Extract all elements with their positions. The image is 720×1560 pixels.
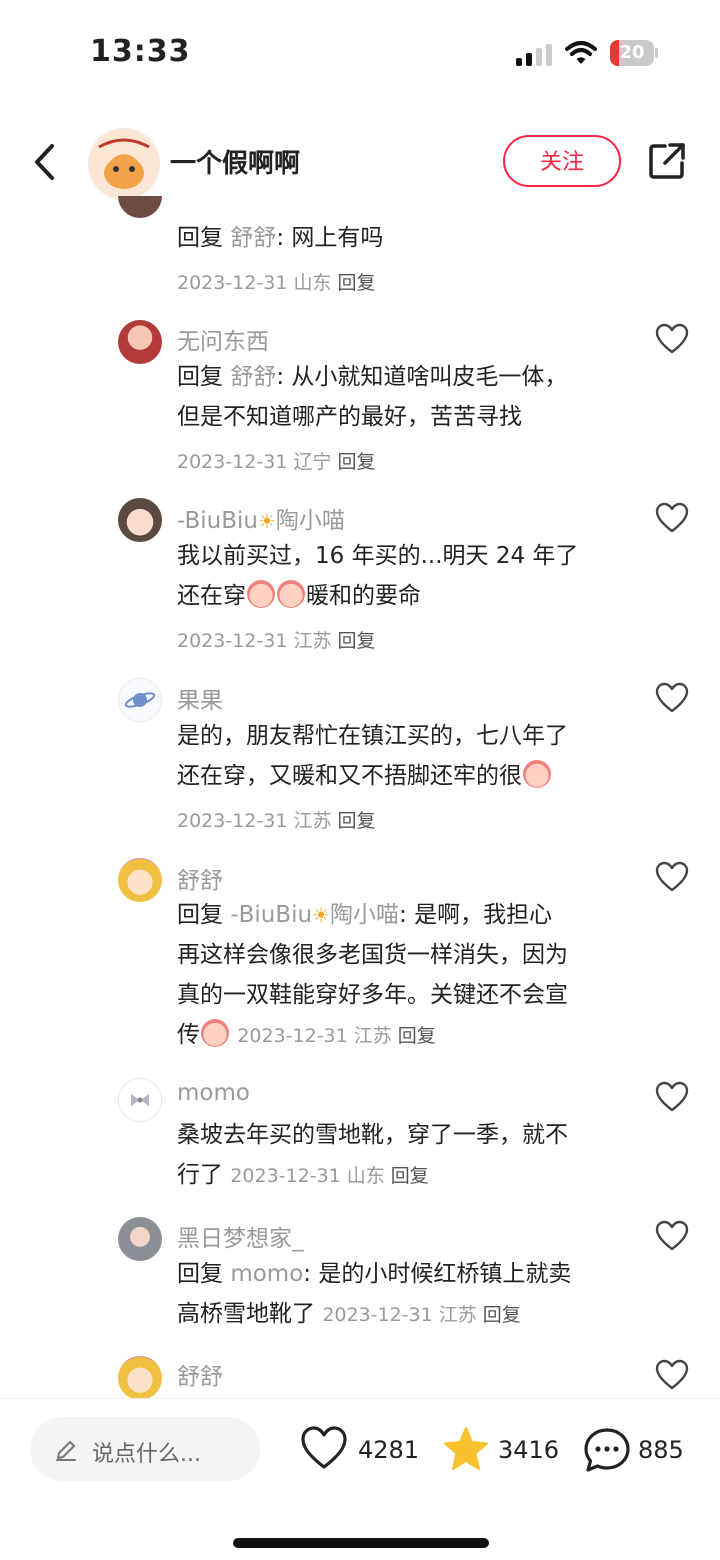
comment-username[interactable]: 无问东西 — [177, 322, 269, 356]
reply-target[interactable]: 舒舒 — [230, 364, 276, 390]
comment-avatar[interactable] — [118, 498, 162, 542]
sun-emoji-icon: ☀ — [312, 903, 331, 927]
share-icon[interactable] — [648, 142, 686, 180]
like-heart-icon[interactable] — [655, 502, 689, 534]
battery-icon: 20 — [610, 40, 658, 66]
comment-meta: 2023-12-31 江苏 回复 — [177, 630, 376, 652]
comment-avatar[interactable] — [118, 1356, 162, 1400]
sun-emoji-icon: ☀ — [257, 509, 276, 533]
comment-count: 885 — [638, 1436, 684, 1464]
comment-meta: 2023-12-31 辽宁 回复 — [177, 451, 376, 473]
bow-icon — [131, 1094, 149, 1106]
comment-text: 桑坡去年买的雪地靴，穿了一季，就不 行了 2023-12-31 山东 回复 — [177, 1122, 568, 1188]
reply-button[interactable]: 回复 — [483, 1304, 521, 1326]
comment-meta: 2023-12-31 江苏 回复 — [322, 1304, 521, 1326]
back-arrow-icon[interactable] — [28, 140, 62, 184]
comment-meta: 2023-12-31 山东 回复 — [177, 272, 376, 294]
like-heart-icon[interactable] — [300, 1425, 348, 1471]
pencil-icon — [56, 1441, 76, 1461]
like-heart-icon[interactable] — [655, 861, 689, 893]
wifi-icon — [565, 41, 597, 64]
comment-avatar[interactable] — [118, 1078, 162, 1122]
comment-meta: 2023-12-31 江苏 回复 — [177, 810, 376, 832]
like-heart-icon[interactable] — [655, 1359, 689, 1391]
comment-text: 是的，朋友帮忙在镇江买的，七八年了 还在穿，又暖和又不捂脚还牢的很 — [177, 723, 568, 789]
like-heart-icon[interactable] — [655, 682, 689, 714]
comment-text: 回复 -BiuBiu☀陶小喵: 是啊，我担心 再这样会像很多老国货一样消失，因为… — [177, 902, 568, 1048]
peach-emoji-icon — [523, 760, 551, 788]
reply-button[interactable]: 回复 — [391, 1165, 429, 1187]
star-icon[interactable] — [442, 1425, 490, 1473]
comment-username[interactable]: 舒舒 — [177, 861, 223, 895]
reply-target[interactable]: -BiuBiu☀陶小喵 — [230, 902, 399, 928]
like-heart-icon[interactable] — [655, 1081, 689, 1113]
crying-emoji-icon — [277, 580, 305, 608]
comment-username[interactable]: 舒舒 — [177, 1357, 223, 1391]
home-indicator — [233, 1538, 489, 1548]
reply-button[interactable]: 回复 — [337, 272, 375, 294]
comment-avatar[interactable] — [118, 858, 162, 902]
cellular-signal-icon — [516, 44, 552, 66]
comment-meta: 2023-12-31 江苏 回复 — [237, 1025, 436, 1047]
comment-avatar[interactable] — [118, 1217, 162, 1261]
comment-avatar[interactable] — [118, 196, 162, 218]
comment-meta: 2023-12-31 山东 回复 — [230, 1165, 429, 1187]
reply-button[interactable]: 回复 — [337, 630, 375, 652]
reply-button[interactable]: 回复 — [337, 810, 375, 832]
comment-username[interactable]: 果果 — [177, 681, 223, 715]
reply-target[interactable]: 舒舒 — [230, 225, 276, 251]
comment-username[interactable]: 黑日梦想家_ — [177, 1219, 304, 1253]
comment-avatar[interactable] — [118, 678, 162, 722]
author-name[interactable]: 一个假啊啊 — [170, 143, 300, 180]
battery-percent: 20 — [619, 42, 645, 63]
comment-avatar[interactable] — [118, 320, 162, 364]
comment-bubble-icon[interactable] — [583, 1426, 631, 1474]
planet-icon — [124, 692, 156, 708]
crying-emoji-icon — [247, 580, 275, 608]
comment-username[interactable]: momo — [177, 1080, 250, 1106]
reply-button[interactable]: 回复 — [337, 451, 375, 473]
angry-emoji-icon — [201, 1019, 229, 1047]
comment-text: 回复 momo: 是的小时候红桥镇上就卖 高桥雪地靴了 2023-12-31 江… — [177, 1261, 572, 1327]
follow-button[interactable]: 关注 — [503, 135, 621, 187]
like-heart-icon[interactable] — [655, 1220, 689, 1252]
comment-username[interactable]: -BiuBiu☀陶小喵 — [177, 501, 345, 535]
comment-input-placeholder[interactable]: 说点什么... — [92, 1436, 201, 1468]
reply-button[interactable]: 回复 — [398, 1025, 436, 1047]
comment-text: 回复 舒舒: 网上有吗 — [177, 225, 384, 251]
comment-text: 我以前买过，16 年买的...明天 24 年了 还在穿 暖和的要命 — [177, 543, 579, 609]
star-count: 3416 — [498, 1436, 560, 1464]
bottom-divider — [0, 1398, 720, 1399]
like-count: 4281 — [358, 1436, 420, 1464]
comment-text: 回复 舒舒: 从小就知道啥叫皮毛一体， 但是不知道哪产的最好，苦苦寻找 — [177, 364, 568, 430]
reply-target[interactable]: momo — [230, 1261, 303, 1287]
author-avatar[interactable] — [88, 128, 160, 200]
like-heart-icon[interactable] — [655, 323, 689, 355]
status-time: 13:33 — [90, 34, 191, 69]
